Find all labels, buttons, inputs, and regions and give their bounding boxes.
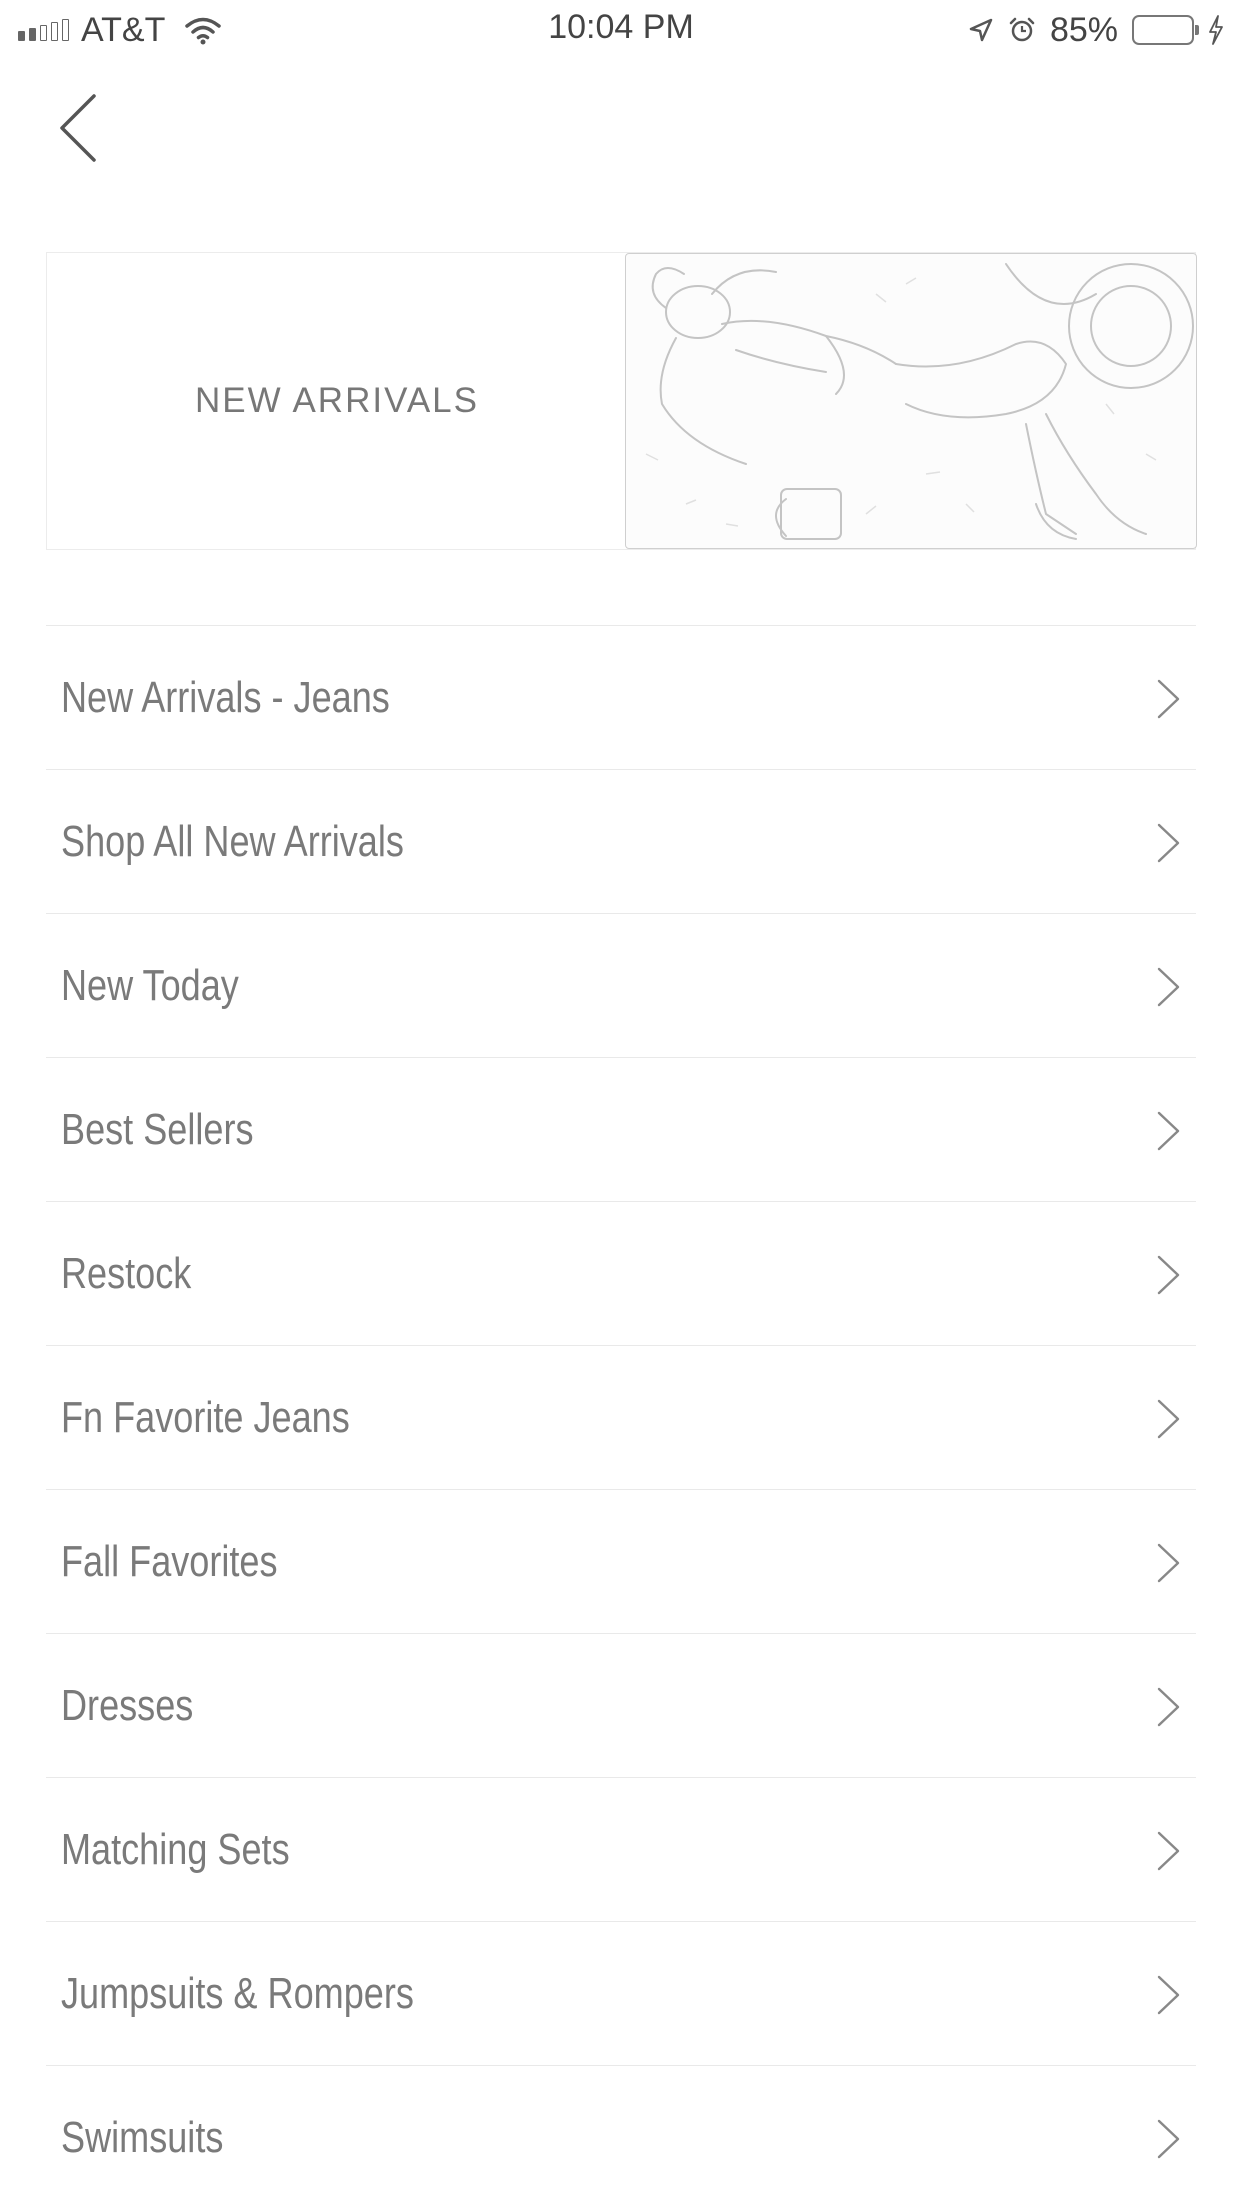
back-button[interactable] (50, 88, 110, 168)
list-item-label: Shop All New Arrivals (61, 817, 404, 866)
banner-photo-sketch (645, 263, 1194, 540)
list-item[interactable]: Dresses (46, 1633, 1196, 1777)
new-arrivals-banner[interactable]: NEW ARRIVALS (46, 252, 1197, 550)
alarm-icon (1009, 17, 1035, 42)
chevron-right-icon (1157, 679, 1180, 719)
list-item[interactable]: New Arrivals - Jeans (46, 625, 1196, 769)
chevron-right-icon (1157, 823, 1180, 863)
list-item[interactable]: Best Sellers (46, 1057, 1196, 1201)
list-item-label: New Arrivals - Jeans (61, 673, 390, 722)
list-item[interactable]: Shop All New Arrivals (46, 769, 1196, 913)
chevron-right-icon (1157, 1399, 1180, 1439)
banner-title: NEW ARRIVALS (195, 381, 479, 420)
status-right: 85% (968, 10, 1224, 50)
banner-image (625, 253, 1197, 549)
list-item-label: Best Sellers (61, 1105, 254, 1154)
list-item[interactable]: Matching Sets (46, 1777, 1196, 1921)
list-item-label: Matching Sets (61, 1825, 290, 1874)
battery-icon (1132, 15, 1199, 45)
chevron-left-icon (60, 94, 96, 162)
chevron-right-icon (1157, 1543, 1180, 1583)
list-item-label: Fn Favorite Jeans (61, 1393, 350, 1442)
chevron-right-icon (1157, 1687, 1180, 1727)
list-item-label: Dresses (61, 1681, 194, 1730)
list-item[interactable]: Fn Favorite Jeans (46, 1345, 1196, 1489)
chevron-right-icon (1157, 2119, 1180, 2159)
chevron-right-icon (1157, 1111, 1180, 1151)
chevron-right-icon (1157, 1255, 1180, 1295)
category-list: New Arrivals - Jeans Shop All New Arriva… (46, 625, 1196, 2209)
chevron-right-icon (1157, 1975, 1180, 2015)
list-item[interactable]: New Today (46, 913, 1196, 1057)
list-item[interactable]: Jumpsuits & Rompers (46, 1921, 1196, 2065)
list-item[interactable]: Restock (46, 1201, 1196, 1345)
location-arrow-icon (969, 18, 993, 42)
list-item-label: Jumpsuits & Rompers (61, 1969, 414, 2018)
list-item-label: Swimsuits (61, 2113, 224, 2162)
chevron-right-icon (1157, 967, 1180, 1007)
battery-percent: 85% (1049, 10, 1118, 49)
battery-level (1137, 20, 1181, 40)
chevron-right-icon (1157, 1831, 1180, 1871)
list-item-label: Fall Favorites (61, 1537, 278, 1586)
charging-bolt-icon (1209, 15, 1223, 45)
list-item-label: New Today (61, 961, 239, 1010)
list-item[interactable]: Fall Favorites (46, 1489, 1196, 1633)
list-item-label: Restock (61, 1249, 192, 1298)
status-bar: AT&T 10:04 PM 85% (0, 0, 1242, 60)
list-item[interactable]: Swimsuits (46, 2065, 1196, 2209)
